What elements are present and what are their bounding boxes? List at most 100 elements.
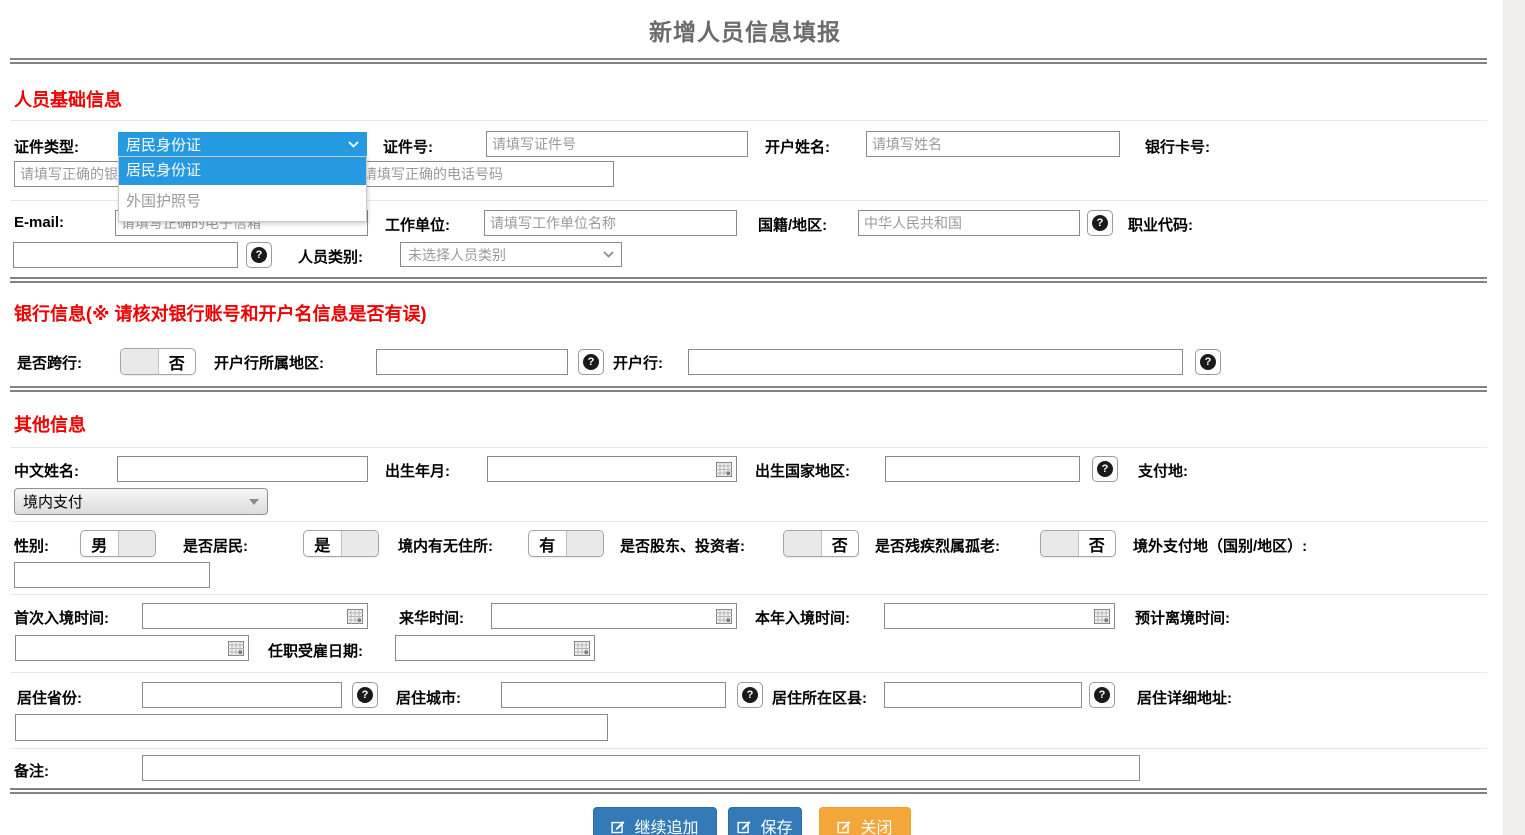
toggle-value: 男 — [81, 531, 118, 556]
bank-name-label: 开户行: — [613, 352, 663, 373]
bank-info-heading: 银行信息(※ 请核对银行账号和开户名信息是否有误) — [14, 300, 427, 326]
row-divider — [10, 447, 1487, 448]
city-input[interactable] — [501, 682, 726, 708]
is-disabled-label: 是否残疾烈属孤老: — [875, 535, 1000, 556]
close-button-label: 关闭 — [860, 814, 892, 835]
account-name-label: 开户姓名: — [765, 136, 830, 157]
arrival-label: 来华时间: — [399, 607, 464, 628]
save-button[interactable]: 保存 — [728, 807, 802, 835]
toggle-value: 否 — [822, 531, 859, 556]
employment-date-label: 任职受雇日期: — [268, 640, 363, 661]
question-icon: ? — [357, 687, 373, 703]
toggle-value: 有 — [529, 531, 566, 556]
cert-type-selected-value: 居民身份证 — [126, 134, 348, 155]
email-label: E-mail: — [14, 214, 64, 231]
arrival-date-input[interactable] — [491, 603, 737, 629]
province-label: 居住省份: — [17, 687, 82, 708]
pay-place-label: 支付地: — [1138, 460, 1188, 481]
person-type-select[interactable]: 未选择人员类别 — [400, 242, 622, 267]
cert-type-option[interactable]: 外国护照号 — [119, 188, 366, 216]
calendar-icon[interactable] — [716, 462, 732, 477]
first-entry-label: 首次入境时间: — [14, 607, 109, 628]
append-button[interactable]: 继续追加 — [593, 807, 717, 835]
chinese-name-input[interactable] — [117, 456, 368, 482]
question-icon: ? — [742, 687, 758, 703]
toggle-track — [341, 531, 379, 556]
account-name-input[interactable] — [866, 131, 1120, 157]
cert-no-label: 证件号: — [383, 136, 433, 157]
toggle-value: 是 — [304, 531, 341, 556]
help-button[interactable]: ? — [578, 349, 604, 375]
birth-month-date-input[interactable] — [487, 456, 737, 482]
calendar-icon[interactable] — [574, 641, 590, 656]
help-button[interactable]: ? — [1092, 456, 1118, 482]
current-year-entry-date-input[interactable] — [884, 603, 1115, 629]
help-button[interactable]: ? — [1195, 349, 1221, 375]
calendar-icon[interactable] — [347, 609, 363, 624]
district-input[interactable] — [884, 682, 1082, 708]
employment-date-input[interactable] — [395, 635, 595, 661]
gender-label: 性别: — [14, 535, 49, 556]
address-label: 居住详细地址: — [1137, 687, 1232, 708]
address-input[interactable] — [15, 714, 608, 741]
cert-no-input[interactable] — [486, 131, 748, 157]
row-divider — [10, 594, 1487, 595]
gender-toggle[interactable]: 男 — [80, 530, 156, 557]
work-unit-input[interactable] — [484, 210, 737, 236]
toggle-track — [566, 531, 604, 556]
question-icon: ? — [1097, 461, 1113, 477]
calendar-icon[interactable] — [228, 641, 244, 656]
question-icon: ? — [583, 354, 599, 370]
phone-input[interactable] — [357, 161, 614, 187]
is-shareholder-toggle[interactable]: 否 — [783, 530, 859, 557]
section-divider — [10, 386, 1487, 392]
current-year-entry-label: 本年入境时间: — [755, 607, 850, 628]
nationality-label: 国籍/地区: — [758, 214, 827, 235]
toggle-track — [118, 531, 156, 556]
help-button[interactable]: ? — [737, 682, 763, 708]
province-input[interactable] — [142, 682, 342, 708]
cert-type-option-selected[interactable]: 居民身份证 — [119, 157, 366, 185]
bank-region-input[interactable] — [376, 349, 568, 375]
is-disabled-toggle[interactable]: 否 — [1040, 530, 1116, 557]
occupation-label: 职业代码: — [1128, 214, 1193, 235]
save-button-label: 保存 — [760, 814, 792, 835]
overseas-pay-input[interactable] — [14, 562, 210, 588]
edit-icon — [837, 819, 852, 834]
chevron-down-icon — [348, 141, 359, 148]
help-button[interactable]: ? — [246, 242, 272, 268]
cert-type-dropdown: 居民身份证 外国护照号 — [118, 156, 367, 222]
section-divider — [10, 788, 1487, 794]
calendar-icon[interactable] — [1094, 609, 1110, 624]
row-divider — [10, 672, 1487, 673]
expected-departure-date-input[interactable] — [15, 635, 249, 661]
page-background-strip — [1503, 0, 1525, 835]
expected-departure-label: 预计离境时间: — [1135, 607, 1230, 628]
first-entry-date-input[interactable] — [142, 603, 368, 629]
nationality-input[interactable] — [858, 210, 1080, 236]
row-divider — [10, 521, 1487, 522]
is-shareholder-label: 是否股东、投资者: — [620, 535, 745, 556]
person-type-selected-value: 未选择人员类别 — [408, 245, 603, 265]
other-info-heading: 其他信息 — [14, 411, 86, 437]
has-domicile-toggle[interactable]: 有 — [528, 530, 604, 557]
person-type-label: 人员类别: — [298, 246, 363, 267]
cert-type-select[interactable]: 居民身份证 — [118, 132, 367, 156]
remark-label: 备注: — [14, 760, 49, 781]
chinese-name-label: 中文姓名: — [14, 460, 79, 481]
occupation-input[interactable] — [13, 242, 238, 268]
question-icon: ? — [1200, 354, 1216, 370]
help-button[interactable]: ? — [352, 682, 378, 708]
close-button[interactable]: 关闭 — [819, 807, 911, 835]
cross-bank-toggle[interactable]: 否 — [120, 348, 196, 375]
remark-input[interactable] — [142, 755, 1140, 781]
bank-region-label: 开户行所属地区: — [214, 352, 324, 373]
cross-bank-label: 是否跨行: — [17, 352, 82, 373]
pay-place-select[interactable]: 境内支付 — [14, 488, 268, 515]
help-button[interactable]: ? — [1087, 210, 1113, 236]
help-button[interactable]: ? — [1089, 682, 1115, 708]
bank-name-input[interactable] — [688, 349, 1183, 375]
calendar-icon[interactable] — [716, 609, 732, 624]
is-resident-toggle[interactable]: 是 — [303, 530, 379, 557]
birth-country-input[interactable] — [885, 456, 1080, 482]
